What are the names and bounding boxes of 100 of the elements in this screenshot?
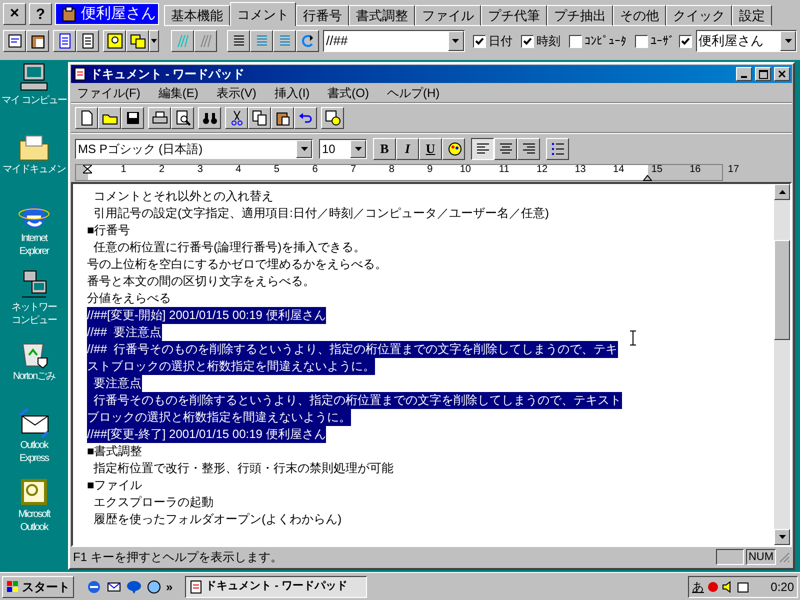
unquote-button[interactable] <box>194 30 217 52</box>
ruler-number: 12 <box>535 165 548 175</box>
alignment-button[interactable] <box>250 30 273 52</box>
desktop-icon-label[interactable]: Nortonごみ <box>12 370 55 383</box>
text-line: 引用記号の設定(文字指定、適用項目:日付／時刻／コンピュータ／ユーザー名／任意) <box>92 205 549 222</box>
text-line: 分値をえらべる <box>87 290 171 307</box>
checkbox[interactable] <box>472 34 486 48</box>
clipboard-button[interactable] <box>26 30 49 52</box>
scissors-icon <box>228 110 244 126</box>
print-button[interactable] <box>148 107 171 129</box>
new-button[interactable] <box>75 107 98 129</box>
resize-grip-icon <box>778 551 790 563</box>
tab[interactable]: 書式調整 <box>349 5 415 26</box>
ruler-number: 5 <box>272 165 280 175</box>
text-line: エクスプローラの起動 <box>92 494 214 511</box>
close-icon <box>778 70 786 78</box>
blank-page-icon <box>78 110 94 126</box>
menu-item[interactable]: 表示(V) <box>216 84 256 102</box>
bullets-button[interactable] <box>546 138 569 160</box>
align-right-button[interactable] <box>517 138 540 160</box>
desktop-icon-label[interactable]: マイ コンピュー <box>2 94 66 107</box>
tab[interactable]: その他 <box>613 5 666 26</box>
copy-button[interactable] <box>248 107 271 129</box>
print-preview-button[interactable] <box>171 107 194 129</box>
magnifier-page-icon <box>174 110 190 126</box>
date-time-button[interactable] <box>321 107 344 129</box>
paste-button[interactable] <box>271 107 294 129</box>
menu-item[interactable]: 挿入(I) <box>274 84 310 102</box>
italic-button[interactable]: I <box>396 138 419 160</box>
close-button[interactable] <box>774 67 790 81</box>
clipboard-icon <box>61 6 77 22</box>
find-button[interactable] <box>198 107 221 129</box>
tab[interactable]: 基本機能 <box>164 5 230 26</box>
pages-button[interactable] <box>126 30 149 52</box>
tab[interactable]: クイック <box>666 5 732 26</box>
desktop-icon-label[interactable]: ネットワー <box>12 301 56 314</box>
alignment-button[interactable] <box>227 30 250 52</box>
find-button[interactable] <box>103 30 126 52</box>
text-cursor-icon <box>629 330 637 346</box>
alignment-button[interactable] <box>273 30 296 52</box>
desktop-icon-label[interactable]: Outlook <box>20 521 48 534</box>
menu-item[interactable]: 書式(O) <box>328 84 369 102</box>
refresh-button[interactable] <box>296 30 319 52</box>
tab[interactable]: ファイル <box>415 5 481 26</box>
envelope-icon <box>18 407 50 439</box>
tab[interactable]: プチ代筆 <box>481 5 547 26</box>
refresh-icon <box>300 33 316 49</box>
more-button[interactable]: » <box>166 578 173 596</box>
desktop-icon-label[interactable]: Internet <box>21 232 47 245</box>
checkbox[interactable] <box>520 34 534 48</box>
desktop-icon-label[interactable]: Explorer <box>19 245 49 258</box>
color-button[interactable] <box>442 138 465 160</box>
align-center-button[interactable] <box>494 138 517 160</box>
align-left-button[interactable] <box>471 138 494 160</box>
save-button[interactable] <box>121 107 144 129</box>
desktop-icon-label[interactable]: マイドキュメン <box>2 163 66 176</box>
checkbox[interactable] <box>568 34 582 48</box>
text-line: ■書式調整 <box>87 443 142 460</box>
close-button[interactable]: × <box>3 3 26 25</box>
window-title: ドキュメント - ワードパッド <box>90 66 246 83</box>
minimize-button[interactable] <box>736 67 752 81</box>
menu-item[interactable]: 編集(E) <box>158 84 198 102</box>
underline-button[interactable]: U <box>419 138 442 160</box>
desktop-icon-label[interactable]: Outlook <box>20 439 48 452</box>
font-size-combo[interactable]: 10 <box>319 138 367 158</box>
tab[interactable]: 行番号 <box>296 5 349 26</box>
start-button[interactable]: スタート <box>2 576 74 598</box>
taskbar-window-button[interactable]: ドキュメント - ワードパッド <box>184 576 367 598</box>
scrollbar[interactable] <box>774 184 790 545</box>
document-button[interactable] <box>76 30 99 52</box>
cut-button[interactable] <box>225 107 248 129</box>
option-label: 日付 <box>488 33 513 50</box>
note-button[interactable] <box>3 30 26 52</box>
document-button[interactable] <box>53 30 76 52</box>
menu-item[interactable]: ヘルプ(H) <box>386 84 440 102</box>
desktop-icon-label[interactable]: Microsoft <box>18 508 50 521</box>
undo-button[interactable] <box>294 107 317 129</box>
quote-button[interactable] <box>171 30 194 52</box>
ruler-number: 8 <box>388 165 394 175</box>
name-combo[interactable]: 便利屋さん <box>696 30 797 52</box>
clipboard-icon <box>30 33 46 49</box>
checkbox[interactable] <box>634 34 648 48</box>
tab[interactable]: コメント <box>230 2 296 26</box>
desktop-icon-label[interactable]: コンピュー <box>12 314 56 327</box>
align-left-icon <box>474 140 490 156</box>
tab[interactable]: プチ抽出 <box>547 5 613 26</box>
desktop-icon-label[interactable]: Express <box>19 452 49 465</box>
bullet-list-icon <box>550 140 566 156</box>
num-lock-indicator: NUM <box>746 549 776 565</box>
maximize-button[interactable] <box>755 67 771 81</box>
quote-combo[interactable]: //## <box>323 30 465 52</box>
open-button[interactable] <box>98 107 121 129</box>
text-line: 番号と本文の間の区切り文字をえらべる。 <box>87 273 315 290</box>
checkbox[interactable] <box>678 34 692 48</box>
ime-indicator[interactable]: あ <box>692 578 704 596</box>
font-combo[interactable]: MS Pゴシック (日本語) <box>75 138 313 158</box>
help-button[interactable]: ? <box>29 3 52 25</box>
tab[interactable]: 設定 <box>732 5 772 26</box>
menu-item[interactable]: ファイル(F) <box>77 84 140 102</box>
bold-button[interactable]: B <box>373 138 396 160</box>
